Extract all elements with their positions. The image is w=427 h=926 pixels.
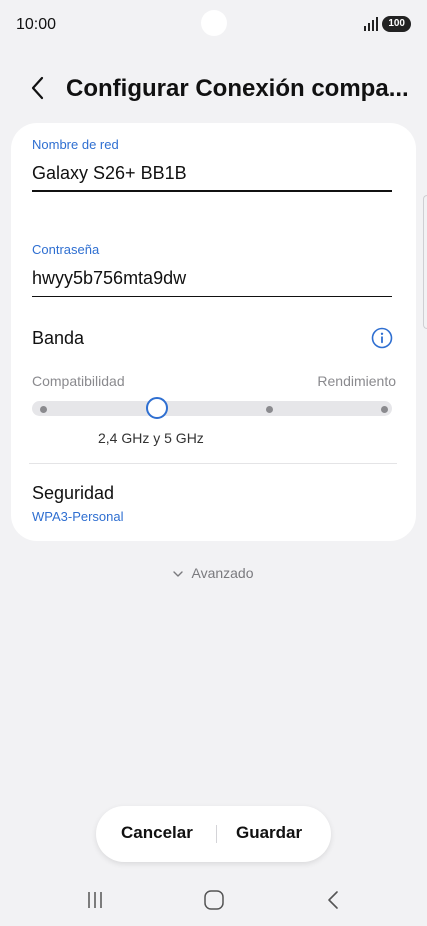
navigation-bar xyxy=(0,876,427,926)
recents-icon[interactable] xyxy=(86,888,106,912)
slider-min-label: Compatibilidad xyxy=(32,373,125,389)
slider-thumb[interactable] xyxy=(146,397,168,419)
security-value[interactable]: WPA3-Personal xyxy=(32,509,124,524)
network-name-input[interactable]: Galaxy S26+ BB1B xyxy=(32,163,187,184)
slider-tick xyxy=(266,406,273,413)
advanced-toggle[interactable]: Avanzado xyxy=(0,565,427,581)
action-bar: Cancelar Guardar xyxy=(96,806,331,862)
password-input[interactable]: hwyy5b756mta9dw xyxy=(32,268,186,289)
back-chevron-icon[interactable] xyxy=(26,74,50,102)
chevron-down-icon xyxy=(173,571,184,577)
network-name-underline xyxy=(32,190,392,192)
password-underline xyxy=(32,296,392,297)
password-label: Contraseña xyxy=(32,242,100,257)
slider-tick xyxy=(381,406,388,413)
slider-max-label: Rendimiento xyxy=(317,373,396,389)
back-icon[interactable] xyxy=(325,888,341,912)
page-title: Configurar Conexión compa... xyxy=(66,75,409,102)
home-icon[interactable] xyxy=(203,888,225,912)
band-slider[interactable] xyxy=(32,397,392,419)
security-label[interactable]: Seguridad xyxy=(32,483,114,504)
scroll-indicator xyxy=(423,195,427,329)
battery-icon: 100 xyxy=(382,16,411,32)
save-button[interactable]: Guardar xyxy=(236,823,302,843)
status-bar: 10:00 100 xyxy=(0,0,427,50)
header: Configurar Conexión compa... xyxy=(0,62,427,114)
info-icon[interactable] xyxy=(371,327,393,349)
band-value: 2,4 GHz y 5 GHz xyxy=(98,430,204,446)
divider xyxy=(216,825,217,843)
cancel-button[interactable]: Cancelar xyxy=(121,823,193,843)
network-name-label: Nombre de red xyxy=(32,137,119,152)
status-icons: 100 xyxy=(364,16,411,32)
signal-icon xyxy=(364,17,379,31)
advanced-label: Avanzado xyxy=(191,565,254,581)
divider xyxy=(29,463,397,464)
settings-card: Nombre de red Galaxy S26+ BB1B Contraseñ… xyxy=(11,123,416,541)
slider-tick xyxy=(40,406,47,413)
band-label: Banda xyxy=(32,328,85,348)
camera-cutout xyxy=(201,10,227,36)
status-time: 10:00 xyxy=(16,16,57,33)
